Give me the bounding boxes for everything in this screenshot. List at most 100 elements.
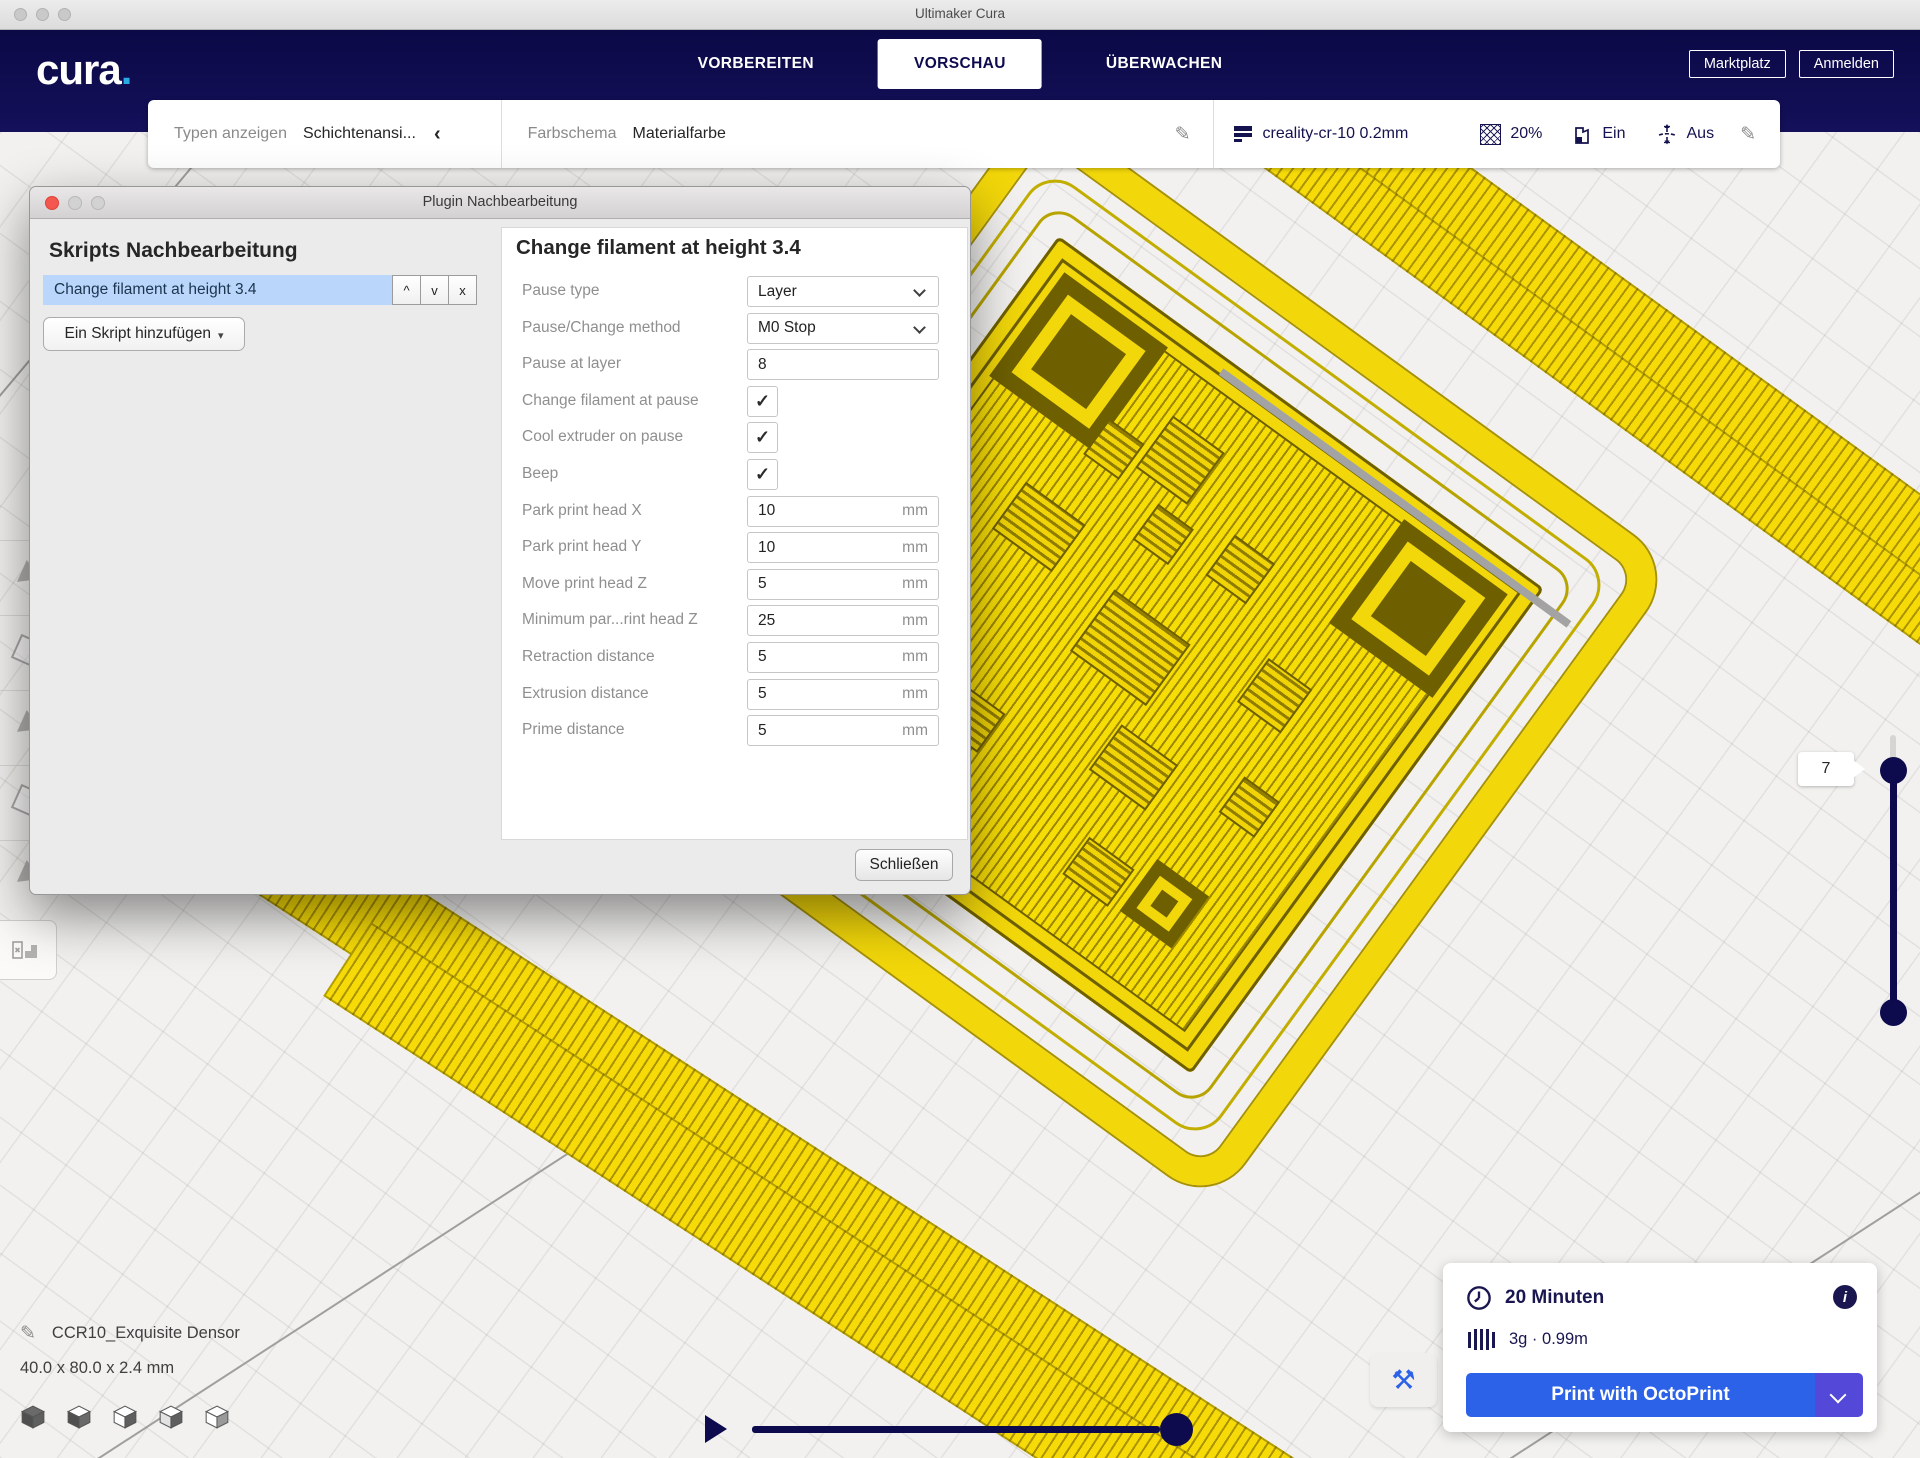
color-scheme-label: Farbschema xyxy=(528,125,617,143)
tool-rotate-partial[interactable] xyxy=(0,615,29,690)
view-toolbar: Typen anzeigen Schichtenansi... ‹ Farbsc… xyxy=(148,100,1780,168)
macos-titlebar: Ultimaker Cura xyxy=(0,0,1920,30)
layer-slider-top-handle[interactable] xyxy=(1880,757,1907,784)
print-options-chevron[interactable] xyxy=(1815,1373,1863,1417)
settings-row: Park print head Y 10 mm xyxy=(502,530,967,567)
qr-module xyxy=(1240,661,1310,731)
print-button-label[interactable]: Print with OctoPrint xyxy=(1466,1373,1815,1417)
layer-slider-track[interactable] xyxy=(1890,770,1897,1012)
material-usage: 3g · 0.99m xyxy=(1509,1330,1588,1349)
check-icon: ✓ xyxy=(755,464,770,485)
view-front-icon[interactable] xyxy=(66,1404,92,1430)
qr-module xyxy=(1208,537,1272,601)
settings-row: Move print head Z 5 mm xyxy=(502,567,967,604)
view-right-icon[interactable] xyxy=(204,1404,230,1430)
qr-module xyxy=(1073,592,1188,703)
add-script-dropdown[interactable]: Ein Skript hinzufügen ▾ xyxy=(43,317,245,351)
marketplace-button[interactable]: Marktplatz xyxy=(1689,50,1786,78)
close-dialog-button[interactable]: Schließen xyxy=(855,849,953,881)
support-setting[interactable]: Ein xyxy=(1572,124,1625,145)
timeline-track[interactable] xyxy=(752,1426,1160,1433)
check-icon: ✓ xyxy=(755,427,770,448)
infill-icon xyxy=(1480,124,1501,145)
settings-row: Change filament at pause ✓ xyxy=(502,384,967,421)
support-value: Ein xyxy=(1602,125,1625,143)
settings-row: Pause/Change method M0 Stop xyxy=(502,311,967,348)
qr-finder-square xyxy=(1329,519,1508,698)
dialog-title: Plugin Nachbearbeitung xyxy=(30,194,970,210)
layer-number-flag: 7 xyxy=(1798,752,1854,786)
settings-row: Extrusion distance 5 mm xyxy=(502,677,967,714)
edit-view-icon[interactable]: ✎ xyxy=(1175,123,1191,146)
signin-button[interactable]: Anmelden xyxy=(1799,50,1894,78)
qr-module xyxy=(1135,506,1191,562)
add-script-label: Ein Skript hinzufügen xyxy=(64,325,210,343)
dialog-titlebar[interactable]: Plugin Nachbearbeitung xyxy=(30,187,970,219)
retraction-distance-input[interactable]: 5 mm xyxy=(747,642,939,673)
cool-extruder-checkbox[interactable]: ✓ xyxy=(747,422,778,453)
collapse-chevron-icon[interactable]: ‹ xyxy=(434,123,441,146)
pause-at-layer-input[interactable]: 8 xyxy=(747,349,939,380)
adhesion-setting[interactable]: Aus xyxy=(1656,123,1715,145)
layers-icon xyxy=(1234,124,1254,144)
tab-vorschau[interactable]: VORSCHAU xyxy=(878,39,1042,89)
print-with-octoprint-button[interactable]: Print with OctoPrint xyxy=(1466,1373,1863,1417)
settings-heading: Change filament at height 3.4 xyxy=(516,236,801,260)
settings-row: Beep ✓ xyxy=(502,457,967,494)
move-script-up-button[interactable]: ^ xyxy=(392,275,421,305)
chevron-down-icon xyxy=(913,284,926,297)
settings-row: Prime distance 5 mm xyxy=(502,713,967,750)
tool-scale-partial[interactable] xyxy=(0,540,29,615)
view-3d-icon[interactable] xyxy=(20,1404,46,1430)
layer-slider-bottom-handle[interactable] xyxy=(1880,999,1907,1026)
tab-vorbereiten[interactable]: VORBEREITEN xyxy=(678,39,834,89)
pause-type-select[interactable]: Layer xyxy=(747,276,939,307)
info-icon[interactable]: i xyxy=(1833,1285,1857,1309)
post-processing-dialog: Plugin Nachbearbeitung Skripts Nachbearb… xyxy=(29,186,971,895)
minimum-park-z-input[interactable]: 25 mm xyxy=(747,605,939,636)
change-filament-checkbox[interactable]: ✓ xyxy=(747,386,778,417)
move-head-z-input[interactable]: 5 mm xyxy=(747,569,939,600)
move-script-down-button[interactable]: v xyxy=(420,275,449,305)
park-head-x-input[interactable]: 10 mm xyxy=(747,496,939,527)
settings-row: Retraction distance 5 mm xyxy=(502,640,967,677)
settings-row: Minimum par...rint head Z 25 mm xyxy=(502,603,967,640)
pause-method-select[interactable]: M0 Stop xyxy=(747,313,939,344)
tool-persettings-partial[interactable] xyxy=(0,765,29,840)
timeline-handle[interactable] xyxy=(1160,1413,1193,1446)
color-scheme-value[interactable]: Materialfarbe xyxy=(633,125,726,143)
prime-distance-input[interactable]: 5 mm xyxy=(747,715,939,746)
tools-icon: ⚒ xyxy=(1391,1365,1415,1396)
park-head-y-input[interactable]: 10 mm xyxy=(747,532,939,563)
view-type-value[interactable]: Schichtenansi... xyxy=(303,125,416,143)
rename-model-icon[interactable]: ✎ xyxy=(20,1322,36,1345)
model-name: CCR10_Exquisite Densor xyxy=(52,1324,240,1343)
logo-dot: . xyxy=(121,46,132,93)
qr-finder-square xyxy=(989,272,1168,451)
extrusion-distance-input[interactable]: 5 mm xyxy=(747,679,939,710)
clock-icon xyxy=(1466,1285,1492,1311)
beep-checkbox[interactable]: ✓ xyxy=(747,459,778,490)
view-top-icon[interactable] xyxy=(112,1404,138,1430)
play-button[interactable] xyxy=(705,1415,727,1443)
settings-row: Cool extruder on pause ✓ xyxy=(502,420,967,457)
infill-setting[interactable]: 20% xyxy=(1480,124,1542,145)
octoprint-tools-button[interactable]: ⚒ xyxy=(1370,1353,1437,1407)
printer-name: creality-cr-10 0.2mm xyxy=(1263,125,1409,143)
edit-print-settings-icon[interactable]: ✎ xyxy=(1740,123,1756,146)
qr-module xyxy=(1092,727,1176,808)
tab-ueberwachen[interactable]: ÜBERWACHEN xyxy=(1086,39,1243,89)
per-model-settings-panel[interactable] xyxy=(0,920,57,980)
remove-script-button[interactable]: x xyxy=(448,275,477,305)
model-dimensions: 40.0 x 80.0 x 2.4 mm xyxy=(20,1359,240,1378)
tool-mirror-partial[interactable] xyxy=(0,690,29,765)
check-icon: ✓ xyxy=(755,391,770,412)
view-left-icon[interactable] xyxy=(158,1404,184,1430)
infill-value: 20% xyxy=(1510,125,1542,143)
script-list-item-selected[interactable]: Change filament at height 3.4 ^ v x xyxy=(43,275,477,305)
dropdown-caret-icon: ▾ xyxy=(218,329,224,342)
tool-blocker-partial[interactable] xyxy=(0,840,29,915)
stairs-icon xyxy=(11,937,45,963)
qr-module xyxy=(1138,418,1222,502)
printer-profile[interactable]: creality-cr-10 0.2mm xyxy=(1234,124,1409,144)
